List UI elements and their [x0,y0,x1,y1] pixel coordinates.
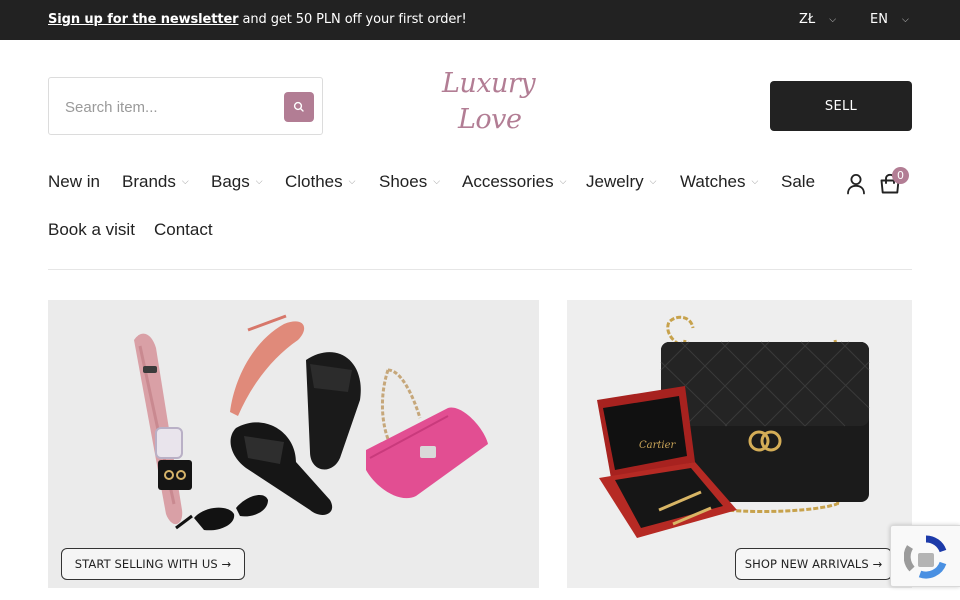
chevron-down-icon: ⌵ [829,15,837,25]
nav-item-label: New in [48,172,100,191]
nav-item-brands[interactable]: Brands ⌵ [122,172,189,192]
chevron-down-icon: ⌵ [255,176,263,186]
newsletter-promo-text: and get 50 PLN off your first order! [238,12,467,27]
recaptcha-icon [904,535,947,579]
shop-new-arrivals-button[interactable]: SHOP NEW ARRIVALS → [735,548,892,580]
language-selector[interactable]: EN ⌵ [870,12,909,27]
nav-item-label: Shoes [379,172,428,191]
sell-banner[interactable]: START SELLING WITH US → [48,300,539,588]
box-brand-text: Cartier [639,440,677,451]
language-value: EN [870,12,888,27]
account-button[interactable] [845,172,867,196]
nav-item-new-in[interactable]: New in [48,172,100,192]
nav-item-contact[interactable]: Contact [154,220,213,240]
cart-button[interactable]: 0 [878,167,909,196]
chevron-down-icon: ⌵ [751,176,759,186]
user-icon [847,174,865,195]
nav-item-label: Accessories [462,172,554,191]
nav-item-label: Brands [122,172,176,191]
logo-line-1: Luxury [442,68,536,99]
currency-value: ZŁ [799,12,816,27]
search-icon [293,101,304,112]
currency-selector[interactable]: ZŁ ⌵ [799,12,836,27]
nav-item-book-a-visit[interactable]: Book a visit [48,220,135,240]
chevron-down-icon: ⌵ [181,176,189,186]
search-box [48,77,323,135]
header-divider [48,269,912,270]
nav-item-clothes[interactable]: Clothes ⌵ [285,172,355,192]
recaptcha-badge[interactable] [890,525,960,587]
chevron-down-icon: ⌵ [649,176,657,186]
nav-item-shoes[interactable]: Shoes ⌵ [379,172,440,192]
new-arrivals-banner[interactable]: Cartier SHOP NEW ARRIVALS → [567,300,912,588]
nav-item-bags[interactable]: Bags ⌵ [211,172,263,192]
nav-item-label: Bags [211,172,250,191]
nav-item-label: Clothes [285,172,343,191]
chevron-down-icon: ⌵ [433,176,441,186]
nav-item-label: Watches [680,172,746,191]
nav-item-label: Sale [781,172,816,191]
nav-item-accessories[interactable]: Accessories ⌵ [462,172,566,192]
chevron-down-icon: ⌵ [901,15,909,25]
secondary-nav: Book a visit Contact [48,220,848,244]
nav-item-label: Book a visit [48,220,135,239]
nav-item-watches[interactable]: Watches ⌵ [680,172,758,192]
nav-item-jewelry[interactable]: Jewelry ⌵ [586,172,656,192]
search-button[interactable] [284,92,314,122]
announcement-bar: Sign up for the newsletter and get 50 PL… [0,0,960,40]
chevron-down-icon: ⌵ [559,176,567,186]
search-input[interactable] [65,96,265,118]
fashion-flatlay-image [48,300,539,588]
site-logo[interactable]: Luxury Love [430,62,536,148]
handbag-cartier-image: Cartier [567,300,912,588]
nav-item-label: Contact [154,220,213,239]
newsletter-signup-link[interactable]: Sign up for the newsletter [48,12,239,27]
logo-line-2: Love [458,104,522,135]
nav-item-sale[interactable]: Sale [781,172,815,192]
nav-item-label: Jewelry [586,172,644,191]
chevron-down-icon: ⌵ [348,176,356,186]
cart-count-badge: 0 [892,167,909,184]
main-nav: New in Brands ⌵ Bags ⌵ Clothes ⌵ Shoes ⌵ Acc… [48,172,848,196]
sell-button[interactable]: SELL [770,81,912,131]
start-selling-button[interactable]: START SELLING WITH US → [61,548,245,580]
newsletter-promo: Sign up for the newsletter and get 50 PL… [48,12,467,27]
